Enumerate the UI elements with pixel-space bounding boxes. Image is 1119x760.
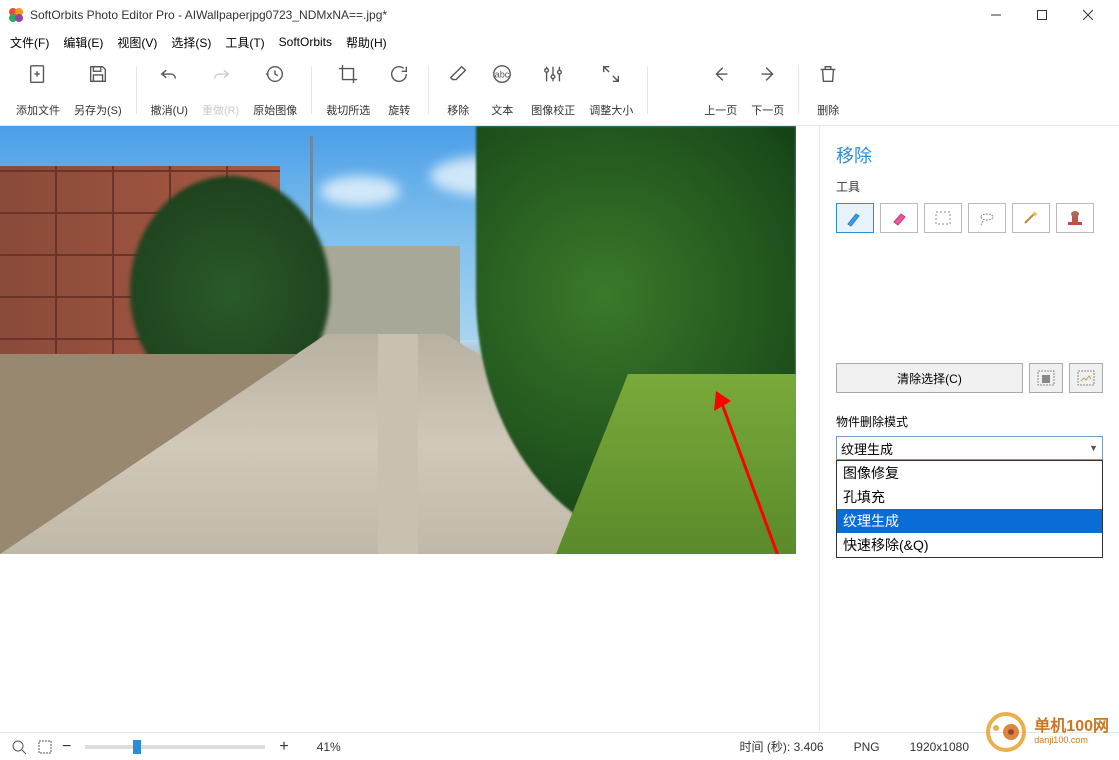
arrow-left-icon (710, 62, 732, 86)
dimensions-label: 1920x1080 (910, 740, 969, 754)
resize-button[interactable]: 调整大小 (583, 60, 639, 120)
delete-button[interactable]: 删除 (807, 60, 849, 120)
menu-help[interactable]: 帮助(H) (346, 34, 387, 51)
prev-button[interactable]: 上一页 (698, 60, 743, 120)
menu-edit[interactable]: 编辑(E) (63, 34, 103, 51)
image-preview[interactable] (0, 126, 796, 554)
side-panel: 移除 工具 清除选择(C) 物件删除模式 纹理生成 ▼ 图像修复 孔填充 纹理生… (819, 126, 1119, 731)
rotate-button[interactable]: 旋转 (378, 60, 420, 120)
undo-icon (158, 62, 180, 86)
app-logo-icon (8, 7, 24, 23)
resize-icon (600, 62, 622, 86)
watermark-url: danji100.com (1034, 735, 1109, 745)
watermark: 单机100网 danji100.com (984, 710, 1109, 754)
stamp-tool[interactable] (1056, 203, 1094, 233)
time-label: 时间 (秒): (740, 740, 791, 754)
separator (428, 66, 429, 114)
mode-label: 物件删除模式 (836, 413, 1103, 430)
option-texture-gen[interactable]: 纹理生成 (837, 509, 1102, 533)
separator (647, 66, 648, 114)
menu-select[interactable]: 选择(S) (171, 34, 211, 51)
undo-button[interactable]: 撤消(U) (145, 60, 194, 120)
text-button[interactable]: abc文本 (481, 60, 523, 120)
svg-text:abc: abc (495, 69, 510, 79)
combo-value: 纹理生成 (841, 439, 893, 458)
separator (798, 66, 799, 114)
separator (311, 66, 312, 114)
clear-selection-button[interactable]: 清除选择(C) (836, 363, 1023, 393)
save-selection-button[interactable] (1029, 363, 1063, 393)
maximize-button[interactable] (1019, 0, 1065, 30)
watermark-logo-icon (984, 710, 1028, 754)
text-icon: abc (491, 62, 513, 86)
magic-wand-tool[interactable] (1012, 203, 1050, 233)
mode-combobox[interactable]: 纹理生成 ▼ (836, 436, 1103, 460)
trash-icon (817, 62, 839, 86)
save-as-button[interactable]: 另存为(S) (68, 60, 128, 120)
tool-row (836, 203, 1103, 233)
remove-button[interactable]: 移除 (437, 60, 479, 120)
zoom-out-button[interactable]: − (62, 738, 71, 756)
history-icon (264, 62, 286, 86)
load-selection-button[interactable] (1069, 363, 1103, 393)
canvas-area[interactable] (0, 126, 819, 731)
eraser-tool[interactable] (880, 203, 918, 233)
titlebar: SoftOrbits Photo Editor Pro - AIWallpape… (0, 0, 1119, 30)
save-icon (87, 62, 109, 86)
lasso-tool[interactable] (968, 203, 1006, 233)
separator (136, 66, 137, 114)
toolbar: 添加文件 另存为(S) 撤消(U) 重做(R) 原始图像 裁切所选 旋转 移除 … (0, 54, 1119, 126)
crop-icon (337, 62, 359, 86)
menu-softorbits[interactable]: SoftOrbits (279, 35, 332, 49)
zoom-tool-icon[interactable] (10, 738, 28, 756)
option-image-repair[interactable]: 图像修复 (837, 461, 1102, 485)
option-quick-remove[interactable]: 快速移除(&Q) (837, 533, 1102, 557)
crop-button[interactable]: 裁切所选 (320, 60, 376, 120)
mode-dropdown: 图像修复 孔填充 纹理生成 快速移除(&Q) (836, 460, 1103, 558)
menu-file[interactable]: 文件(F) (10, 34, 49, 51)
redo-icon (210, 62, 232, 86)
original-image-button[interactable]: 原始图像 (247, 60, 303, 120)
rect-select-tool[interactable] (924, 203, 962, 233)
arrow-right-icon (757, 62, 779, 86)
panel-title: 移除 (836, 142, 1103, 168)
add-file-icon (27, 62, 49, 86)
time-value: 3.406 (794, 740, 824, 754)
fit-screen-icon[interactable] (36, 738, 54, 756)
next-button[interactable]: 下一页 (745, 60, 790, 120)
correction-button[interactable]: 图像校正 (525, 60, 581, 120)
add-file-button[interactable]: 添加文件 (10, 60, 66, 120)
format-label: PNG (854, 740, 880, 754)
option-hole-fill[interactable]: 孔填充 (837, 485, 1102, 509)
minimize-button[interactable] (973, 0, 1019, 30)
redo-button[interactable]: 重做(R) (196, 60, 245, 120)
sliders-icon (542, 62, 564, 86)
window-title: SoftOrbits Photo Editor Pro - AIWallpape… (30, 8, 973, 22)
chevron-down-icon: ▼ (1089, 443, 1098, 453)
marker-tool[interactable] (836, 203, 874, 233)
close-button[interactable] (1065, 0, 1111, 30)
tools-label: 工具 (836, 178, 1103, 195)
statusbar: − + 41% 时间 (秒): 3.406 PNG 1920x1080 (0, 732, 1119, 760)
menu-view[interactable]: 视图(V) (117, 34, 157, 51)
zoom-value: 41% (317, 740, 341, 754)
eraser-icon (447, 62, 469, 86)
menubar: 文件(F) 编辑(E) 视图(V) 选择(S) 工具(T) SoftOrbits… (0, 30, 1119, 54)
zoom-in-button[interactable]: + (279, 738, 288, 756)
rotate-icon (388, 62, 410, 86)
zoom-slider[interactable] (85, 745, 265, 749)
slider-thumb[interactable] (133, 740, 141, 754)
menu-tools[interactable]: 工具(T) (225, 34, 264, 51)
watermark-name: 单机100网 (1034, 719, 1109, 735)
